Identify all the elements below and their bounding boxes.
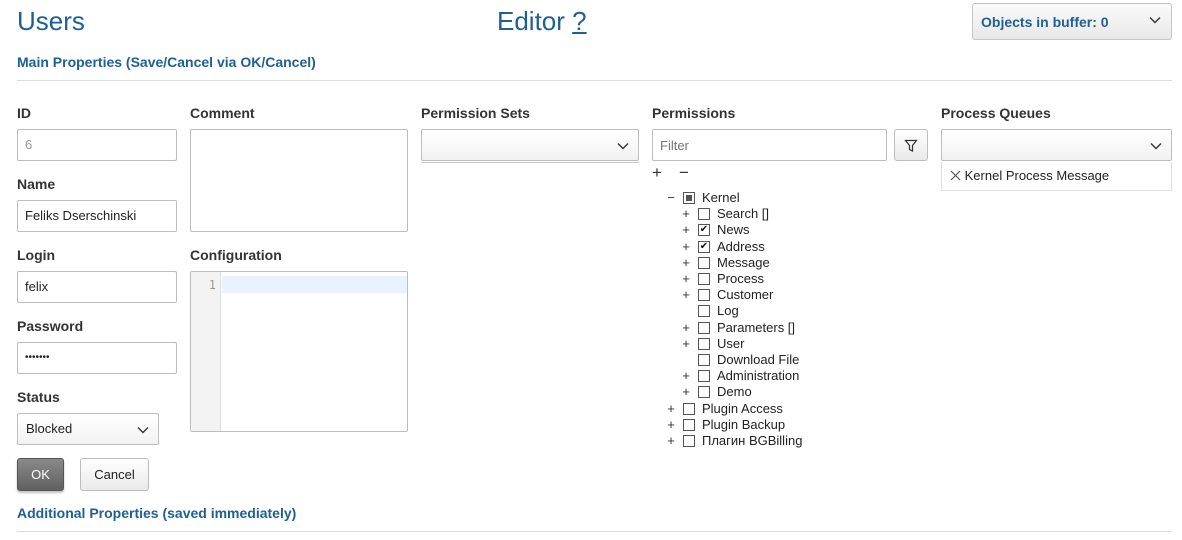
page-title: Users [17, 6, 85, 36]
tree-checkbox[interactable] [698, 338, 710, 350]
expand-toggle[interactable]: + [665, 417, 677, 433]
permissions-filter-input[interactable] [652, 129, 887, 161]
expand-toggle[interactable]: + [680, 222, 692, 238]
tree-item-label: Плагин BGBilling [702, 433, 803, 448]
tree-checkbox[interactable] [698, 386, 710, 398]
tree-checkbox[interactable] [683, 419, 695, 431]
login-input[interactable]: felix [17, 271, 177, 303]
tree-item-label: Download File [717, 352, 800, 367]
tree-item-label: Customer [717, 287, 774, 302]
tree-item-label: Search [] [717, 206, 770, 221]
tree-checkbox[interactable] [698, 305, 710, 317]
permission-sets-label: Permission Sets [421, 105, 530, 121]
main-properties-title: Main Properties (Save/Cancel via OK/Canc… [17, 54, 316, 70]
editor-title: Editor ? [497, 6, 587, 36]
queue-chip: Kernel Process Message [941, 162, 1172, 191]
tree-checkbox[interactable] [683, 435, 695, 447]
status-label: Status [17, 389, 60, 405]
tree-checkbox[interactable] [698, 208, 710, 220]
chevron-down-icon [617, 143, 629, 150]
queue-chip-label: Kernel Process Message [964, 168, 1110, 183]
divider [17, 80, 1172, 81]
process-queues-label: Process Queues [941, 105, 1051, 121]
configuration-label: Configuration [190, 247, 282, 263]
permissions-label: Permissions [652, 105, 736, 121]
password-label: Password [17, 318, 84, 334]
chevron-down-icon [1150, 143, 1162, 150]
id-label: ID [17, 105, 31, 121]
filter-button[interactable] [894, 129, 928, 161]
tree-checkbox[interactable] [698, 354, 710, 366]
name-input[interactable]: Feliks Dserschinski [17, 200, 177, 232]
tree-item-label: Address [717, 239, 765, 254]
tree-checkbox[interactable] [698, 273, 710, 285]
expand-toggle[interactable]: + [680, 320, 692, 336]
process-queues-select[interactable] [941, 129, 1172, 161]
name-label: Name [17, 176, 56, 192]
tree-checkbox[interactable] [683, 192, 695, 204]
tree-item-label: Kernel [702, 190, 740, 205]
comment-label: Comment [190, 105, 255, 121]
ok-button[interactable]: OK [17, 458, 64, 491]
tree-item-label: News [717, 222, 750, 237]
expand-toggle[interactable]: + [665, 433, 677, 449]
expand-toggle[interactable]: + [680, 206, 692, 222]
buffer-label: Objects in buffer: 0 [981, 14, 1109, 30]
collapse-all-button[interactable]: − [679, 164, 689, 181]
expand-toggle[interactable]: + [680, 368, 692, 384]
password-input[interactable]: ••••••• [17, 342, 177, 374]
status-value: Blocked [26, 421, 73, 436]
tree-checkbox[interactable] [683, 403, 695, 415]
funnel-icon [904, 139, 918, 152]
tree-checkbox[interactable]: ✔ [698, 224, 710, 236]
expand-toggle[interactable]: + [680, 255, 692, 271]
tree-checkbox[interactable] [698, 370, 710, 382]
tree-checkbox[interactable] [698, 322, 710, 334]
editor-title-text: Editor [497, 6, 565, 36]
permission-sets-list [421, 162, 639, 163]
login-label: Login [17, 247, 56, 263]
tree-item-label: Log [717, 303, 739, 318]
cancel-button[interactable]: Cancel [80, 458, 149, 491]
tree-item-label: Demo [717, 384, 752, 399]
tree-item-label: Plugin Access [702, 401, 783, 416]
comment-textarea[interactable] [190, 129, 408, 232]
close-icon[interactable] [950, 170, 961, 181]
expand-toggle[interactable]: + [665, 401, 677, 417]
line-gutter: 1 [191, 272, 221, 431]
active-line [222, 276, 407, 293]
additional-properties-title: Additional Properties (saved immediately… [17, 505, 297, 521]
expand-toggle[interactable]: + [680, 239, 692, 255]
id-field: 6 [17, 129, 177, 161]
tree-item-label: Administration [717, 368, 800, 383]
configuration-editor[interactable]: 1 [190, 271, 408, 432]
tree-item-label: Message [717, 255, 770, 270]
tree-checkbox[interactable] [698, 257, 710, 269]
help-link[interactable]: ? [572, 6, 586, 36]
tree-item-label: Process [717, 271, 764, 286]
line-number: 1 [208, 278, 216, 292]
tree-item-label: Parameters [] [717, 320, 796, 335]
tree-checkbox[interactable] [698, 289, 710, 301]
expand-toggle[interactable]: + [680, 336, 692, 352]
chevron-down-icon [137, 427, 149, 434]
status-select[interactable]: Blocked [17, 413, 159, 445]
expand-all-button[interactable]: + [652, 164, 662, 181]
chevron-down-icon [1149, 17, 1161, 24]
expand-toggle[interactable]: + [680, 287, 692, 303]
expand-toggle[interactable]: + [680, 384, 692, 400]
expand-toggle[interactable]: + [680, 271, 692, 287]
tree-item-label: Plugin Backup [702, 417, 786, 432]
collapse-toggle[interactable]: − [665, 190, 677, 206]
permission-sets-select[interactable] [421, 129, 639, 161]
buffer-dropdown[interactable]: Objects in buffer: 0 [972, 3, 1172, 40]
tree-checkbox[interactable]: ✔ [698, 241, 710, 253]
divider [17, 531, 1172, 532]
tree-item-label: User [717, 336, 745, 351]
